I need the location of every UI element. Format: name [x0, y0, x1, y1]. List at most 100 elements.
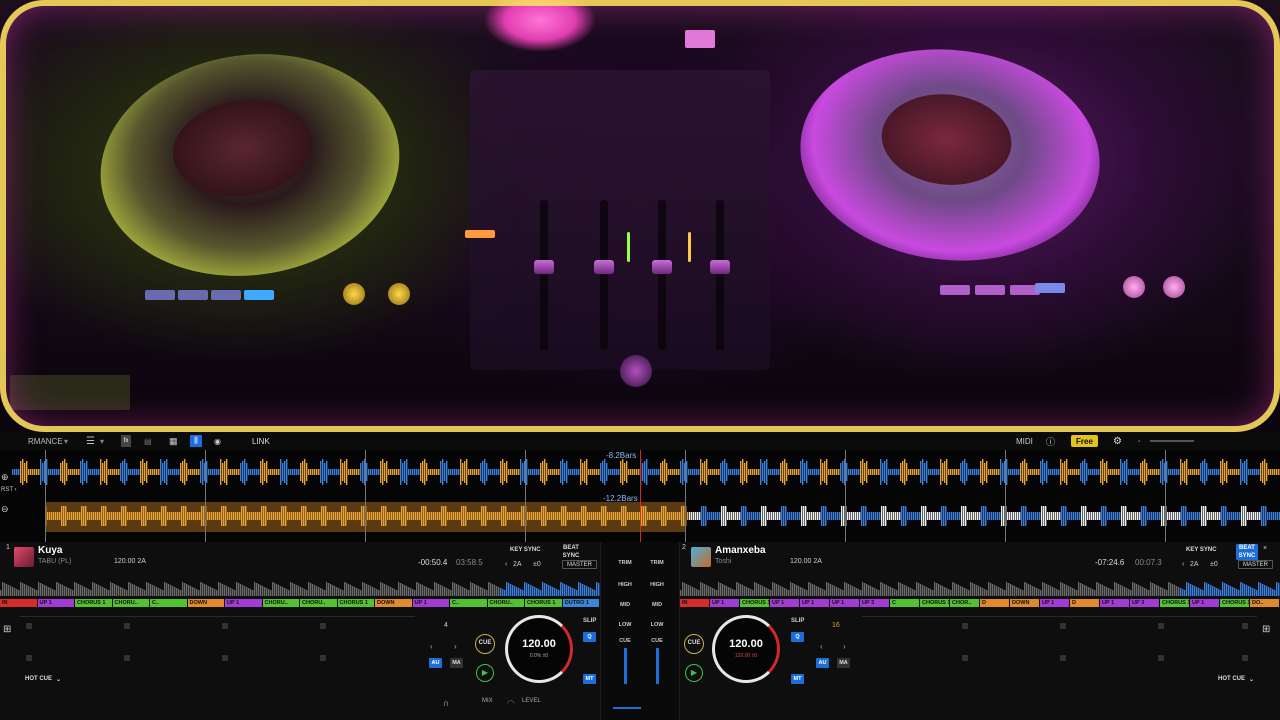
crossfader[interactable]	[613, 707, 641, 709]
chevron-down-icon[interactable]: ⌄	[56, 676, 61, 683]
beat-sync-button[interactable]: BEAT SYNC	[1236, 544, 1258, 560]
gear-icon[interactable]: ⚙	[1113, 435, 1122, 447]
headphones-icon[interactable]: ∩	[443, 698, 449, 708]
master-tempo-ma-button[interactable]: MA	[837, 658, 850, 668]
waveform-sample	[863, 506, 865, 526]
quantize-button[interactable]: Q	[583, 632, 596, 642]
hot-cue-pad[interactable]	[1242, 655, 1248, 661]
pad-grid-icon[interactable]: ⊞	[3, 624, 11, 635]
hot-cue-pad[interactable]	[1242, 623, 1248, 629]
hot-cue-pad[interactable]	[222, 623, 228, 629]
overview-sample	[982, 588, 984, 596]
waveform-sample	[154, 469, 156, 475]
beat-sync-button[interactable]: BEAT SYNC	[560, 544, 582, 560]
grid-icon[interactable]: ▦	[169, 435, 178, 447]
play-pause-button[interactable]: ▶	[685, 664, 703, 682]
beat-jump-back-icon[interactable]: ‹	[430, 642, 433, 651]
overview-sample	[178, 589, 180, 596]
hot-cue-pad[interactable]	[320, 655, 326, 661]
hot-cue-mode-select[interactable]: HOT CUE	[1218, 676, 1245, 682]
waveform-sample	[1114, 469, 1116, 475]
chevron-down-icon[interactable]: ▾	[64, 435, 68, 447]
beat-jump-forward-icon[interactable]: ›	[454, 642, 457, 651]
waveform-sample	[934, 469, 936, 475]
waveform-sample	[853, 512, 855, 520]
waveform-sample	[1051, 512, 1053, 520]
sampler-icon[interactable]: ▤	[144, 435, 152, 447]
hot-cue-pad[interactable]	[26, 623, 32, 629]
link-button[interactable]: LINK	[252, 435, 270, 447]
waveform-sample	[77, 512, 79, 520]
track-overview-waveform[interactable]	[0, 572, 600, 600]
waveform-sample	[564, 463, 566, 481]
zoom-out-icon[interactable]: ⊖	[1, 504, 9, 515]
key-sync-button[interactable]: KEY SYNC	[1186, 546, 1217, 554]
key-sync-button[interactable]: KEY SYNC	[510, 546, 541, 554]
overview-sample	[1052, 587, 1054, 596]
beat-jump-forward-icon[interactable]: ›	[843, 642, 846, 651]
key-left-arrow[interactable]: ‹	[505, 561, 507, 568]
hot-cue-pads[interactable]	[862, 616, 1257, 676]
master-button[interactable]: MASTER	[562, 560, 598, 569]
hot-cue-pad[interactable]	[1158, 623, 1164, 629]
hot-cue-pad[interactable]	[124, 623, 130, 629]
channel-fader-2[interactable]	[656, 648, 659, 684]
key-value: 2A	[513, 561, 522, 568]
channel-fader-1[interactable]	[624, 648, 627, 684]
hot-cue-pad[interactable]	[320, 623, 326, 629]
chevron-down-icon[interactable]: ▾	[100, 435, 104, 447]
hot-cue-mode-select[interactable]: HOT CUE	[25, 676, 52, 682]
hot-cue-pad[interactable]	[124, 655, 130, 661]
hot-cue-pads[interactable]	[20, 616, 415, 676]
overview-sample	[400, 583, 402, 596]
volume-icon[interactable]: ◔	[1136, 435, 1141, 447]
beat-jump-back-icon[interactable]: ‹	[820, 642, 823, 651]
waveform-sample	[573, 512, 575, 520]
waveform-sample	[305, 506, 307, 526]
reset-label[interactable]: RST ‹	[1, 487, 17, 493]
play-pause-button[interactable]: ▶	[476, 664, 494, 682]
track-overview-waveform[interactable]	[680, 572, 1280, 600]
close-icon[interactable]: ×	[1263, 545, 1267, 552]
waveform-display[interactable]	[0, 450, 1280, 542]
auto-beat-button[interactable]: AU	[816, 658, 829, 668]
fx-icon[interactable]: fx	[121, 435, 131, 447]
auto-beat-button[interactable]: AU	[429, 658, 442, 668]
overview-sample	[1134, 583, 1136, 596]
master-tempo-ma-button[interactable]: MA	[450, 658, 463, 668]
waveform-sample	[123, 506, 125, 526]
jog-wheel[interactable]: 120.00 120.00 ±0	[712, 615, 780, 683]
master-button[interactable]: MASTER	[1238, 560, 1274, 569]
cue-button[interactable]: CUE	[475, 634, 495, 654]
hot-cue-pad[interactable]	[962, 655, 968, 661]
quantize-button[interactable]: Q	[791, 632, 804, 642]
mixer-view-icon[interactable]: ⫼	[190, 435, 202, 447]
hot-cue-pad[interactable]	[1060, 655, 1066, 661]
chevron-down-icon[interactable]: ⌄	[1249, 676, 1254, 683]
mode-label[interactable]: RMANCE	[28, 435, 63, 447]
zoom-in-icon[interactable]: ⊕	[1, 472, 9, 483]
layout-icon[interactable]: ☰	[86, 435, 95, 447]
info-icon[interactable]: ⓘ	[1046, 435, 1055, 447]
midi-button[interactable]: MIDI	[1016, 435, 1033, 447]
hot-cue-pad[interactable]	[222, 655, 228, 661]
hot-cue-pad[interactable]	[962, 623, 968, 629]
record-icon[interactable]: ◉	[214, 435, 221, 447]
jog-wheel[interactable]: 120.00 0.0% ±0	[505, 615, 573, 683]
waveform-sample	[634, 469, 636, 475]
key-left-arrow[interactable]: ‹	[1182, 561, 1184, 568]
hot-cue-pad[interactable]	[1060, 623, 1066, 629]
waveform-sample	[226, 459, 228, 485]
level-knob-icon[interactable]: ◠	[507, 698, 515, 709]
master-tempo-button[interactable]: MT	[791, 674, 804, 684]
hot-cue-pad[interactable]	[26, 655, 32, 661]
plan-badge[interactable]: Free	[1071, 435, 1098, 447]
cue-button[interactable]: CUE	[684, 634, 704, 654]
master-volume-slider[interactable]	[1150, 440, 1194, 442]
waveform-sample	[1060, 459, 1062, 485]
master-tempo-button[interactable]: MT	[583, 674, 596, 684]
hardware-pad	[145, 290, 175, 300]
waveform-sample	[867, 512, 869, 520]
hot-cue-pad[interactable]	[1158, 655, 1164, 661]
pad-grid-icon[interactable]: ⊞	[1262, 624, 1270, 635]
